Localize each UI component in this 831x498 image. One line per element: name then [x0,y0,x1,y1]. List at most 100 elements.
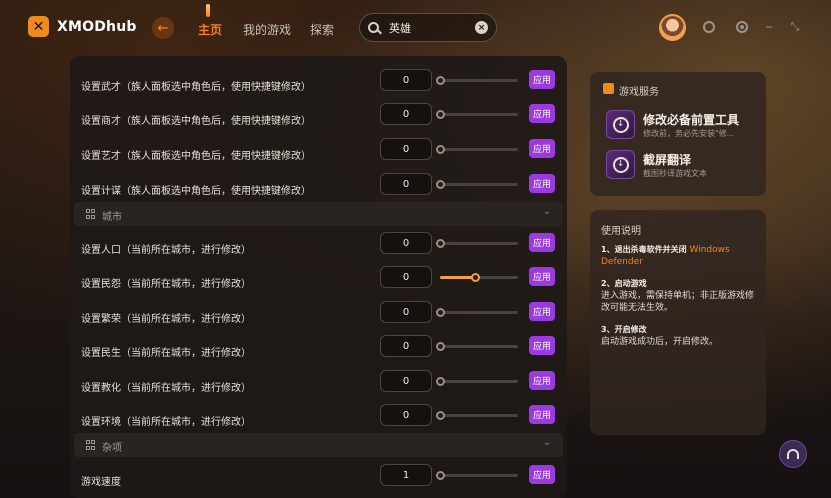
slider-handle[interactable] [471,273,481,282]
mod-options-panel: 设置武才（族人面板选中角色后，使用快捷键修改） 0 应用 设置商才（族人面板选中… [70,56,567,498]
option-row: 游戏速度 1 应用 [70,463,567,497]
option-label: 设置教化（当前所在城市，进行修改） [81,383,251,394]
section-header-city[interactable]: 城市 ⌄ [74,202,563,226]
search-icon [368,22,379,33]
value-slider[interactable] [440,273,518,282]
slider-handle[interactable] [436,471,445,480]
slider-handle[interactable] [436,145,445,154]
value-input[interactable]: 0 [380,173,432,195]
active-nav-indicator [206,4,210,17]
value-input[interactable]: 0 [380,370,432,392]
section-title: 城市 [102,212,122,223]
xmodhub-logo-icon: ✕ [28,16,49,37]
option-row: 设置环境（当前所在城市，进行修改） 0 应用 [70,403,567,437]
slider-handle[interactable] [436,76,445,85]
option-row: 设置商才（族人面板选中角色后，使用快捷键修改） 0 应用 [70,102,567,136]
slider-handle[interactable] [436,110,445,119]
value-slider[interactable] [436,308,518,317]
option-row: 设置繁荣（当前所在城市，进行修改） 0 应用 [70,300,567,334]
apply-button[interactable]: 应用 [529,70,555,89]
logo[interactable]: ✕ XMODhub [28,16,137,37]
step-heading: 3、开启修改 [601,325,647,334]
download-icon: ↓ [606,110,635,139]
option-label: 设置繁荣（当前所在城市，进行修改） [81,314,251,325]
guide-step: 2、启动游戏 进入游戏，需保持单机；非正版游戏修改可能无法生效。 [601,278,761,314]
option-row: 设置武才（族人面板选中角色后，使用快捷键修改） 0 应用 [70,68,567,102]
apply-button[interactable]: 应用 [529,174,555,193]
nav-item-explore[interactable]: 探索 [310,21,334,38]
value-slider[interactable] [436,110,518,119]
value-input[interactable]: 0 [380,69,432,91]
minimize-icon[interactable]: – [762,19,776,35]
option-label: 游戏速度 [81,477,121,488]
guide-step: 1、退出杀毒软件并关闭 Windows Defender [601,244,761,268]
value-input[interactable]: 0 [380,335,432,357]
nav-item-home[interactable]: 主页 [198,21,222,38]
game-services-panel: 游戏服务 ↓ 修改必备前置工具 修改前，务必先安装"修... ↓ 截屏翻译 截图… [590,72,766,196]
guide-step: 3、开启修改 启动游戏成功后，开启修改。 [601,324,761,348]
grid-icon [86,209,96,219]
step-body: 进入游戏，需保持单机；非正版游戏修改可能无法生效。 [601,291,755,313]
slider-handle[interactable] [436,239,445,248]
value-input[interactable]: 0 [380,301,432,323]
value-input[interactable]: 0 [380,404,432,426]
section-header-misc[interactable]: 杂项 ⌄ [74,433,563,457]
option-row: 设置艺才（族人面板选中角色后，使用快捷键修改） 0 应用 [70,137,567,171]
service-desc: 截图秒译游戏文本 [643,169,707,178]
value-slider[interactable] [436,76,518,85]
apply-button[interactable]: 应用 [529,336,555,355]
apply-button[interactable]: 应用 [529,371,555,390]
option-label: 设置武才（族人面板选中角色后，使用快捷键修改） [81,82,311,93]
usage-guide-panel: 使用说明 1、退出杀毒软件并关闭 Windows Defender 2、启动游戏… [590,210,766,435]
value-input[interactable]: 1 [380,464,432,486]
service-title: 截屏翻译 [643,153,692,167]
value-slider[interactable] [436,471,518,480]
chevron-down-icon: ⌄ [542,206,551,217]
headset-icon[interactable] [779,440,807,468]
service-item-screenshot-translate[interactable]: ↓ 截屏翻译 截图秒译游戏文本 [606,148,761,182]
option-label: 设置计谋（族人面板选中角色后，使用快捷键修改） [81,186,311,197]
collapse-icon[interactable]: ⤡ [788,20,802,34]
search-input[interactable]: 英雄 × [359,13,497,42]
option-row: 设置计谋（族人面板选中角色后，使用快捷键修改） 0 应用 [70,172,567,206]
service-desc: 修改前，务必先安装"修... [643,129,735,138]
option-row: 设置民生（当前所在城市，进行修改） 0 应用 [70,334,567,368]
nav-item-my-games[interactable]: 我的游戏 [243,21,291,38]
logo-text: XMODhub [57,18,137,35]
value-input[interactable]: 0 [380,138,432,160]
apply-button[interactable]: 应用 [529,233,555,252]
apply-button[interactable]: 应用 [529,139,555,158]
slider-handle[interactable] [436,377,445,386]
option-label: 设置民怨（当前所在城市，进行修改） [81,279,251,290]
slider-handle[interactable] [436,342,445,351]
value-slider[interactable] [436,377,518,386]
apply-button[interactable]: 应用 [529,465,555,484]
target-icon[interactable] [735,20,749,34]
value-slider[interactable] [436,342,518,351]
option-row: 设置民怨（当前所在城市，进行修改） 0 应用 [70,265,567,299]
value-input[interactable]: 0 [380,266,432,288]
slider-handle[interactable] [436,411,445,420]
slider-handle[interactable] [436,308,445,317]
service-item-prereq-tool[interactable]: ↓ 修改必备前置工具 修改前，务必先安装"修... [606,108,761,142]
option-label: 设置艺才（族人面板选中角色后，使用快捷键修改） [81,151,311,162]
value-slider[interactable] [436,411,518,420]
apply-button[interactable]: 应用 [529,302,555,321]
option-label: 设置人口（当前所在城市，进行修改） [81,245,251,256]
avatar[interactable] [659,14,686,41]
value-slider[interactable] [436,180,518,189]
ring-icon[interactable] [702,20,716,34]
value-slider[interactable] [436,145,518,154]
download-icon: ↓ [606,150,635,179]
back-button[interactable]: ← [152,17,174,39]
value-input[interactable]: 0 [380,103,432,125]
value-slider[interactable] [436,239,518,248]
apply-button[interactable]: 应用 [529,405,555,424]
value-input[interactable]: 0 [380,232,432,254]
apply-button[interactable]: 应用 [529,267,555,286]
slider-handle[interactable] [436,180,445,189]
panel-title: 使用说明 [601,226,641,237]
clear-search-icon[interactable]: × [475,21,488,34]
apply-button[interactable]: 应用 [529,104,555,123]
option-label: 设置民生（当前所在城市，进行修改） [81,348,251,359]
